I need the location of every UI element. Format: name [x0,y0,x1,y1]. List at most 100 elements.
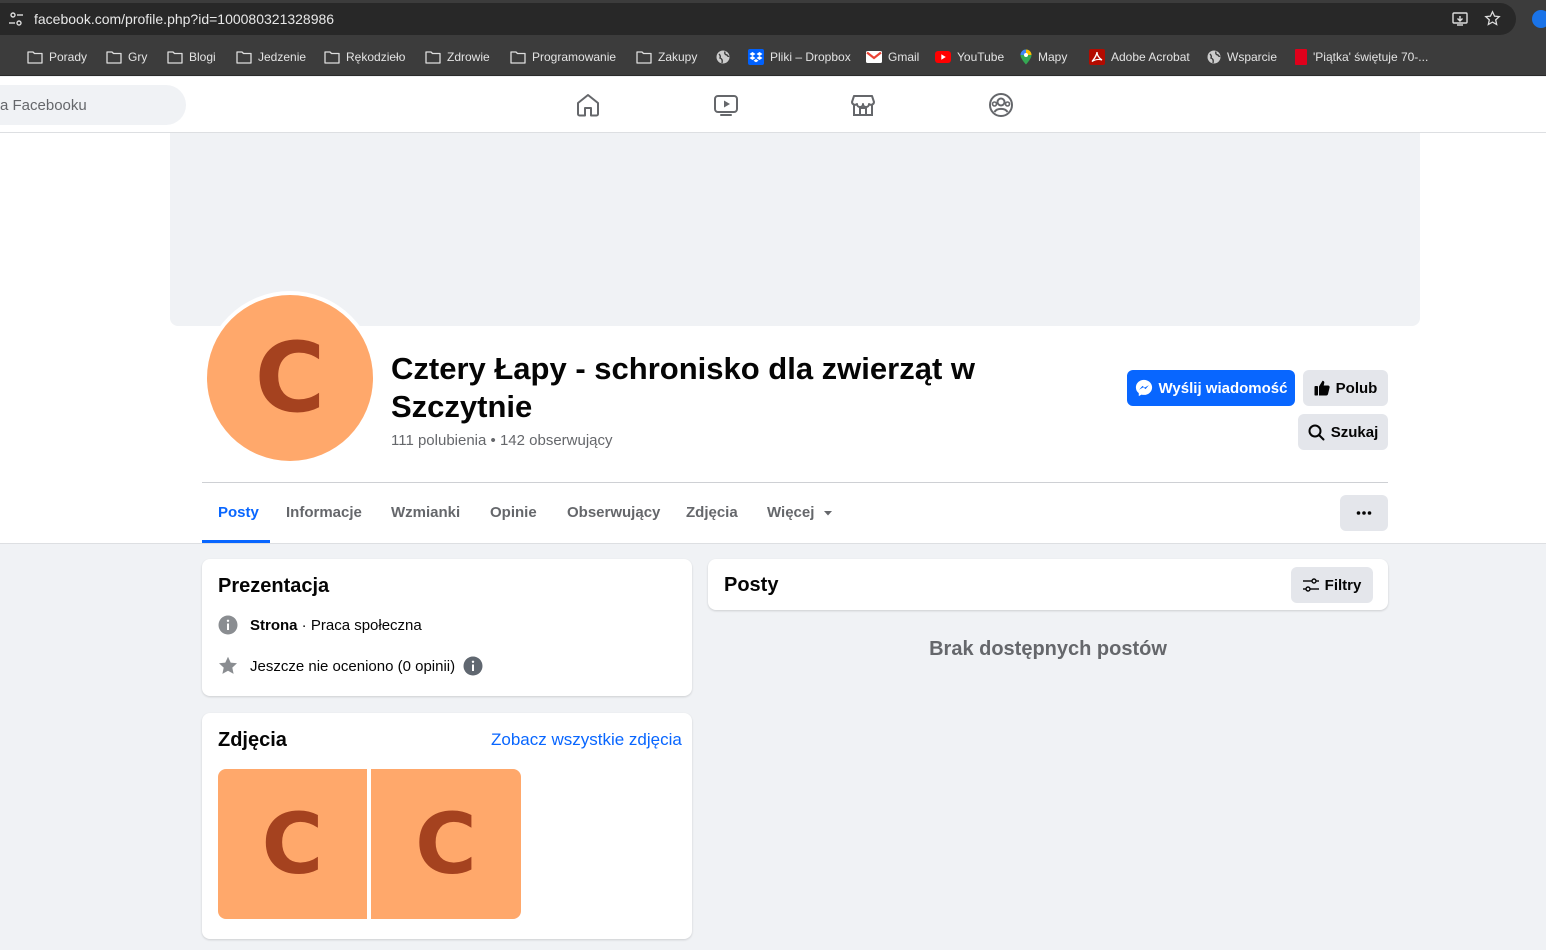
tab-mentions[interactable]: Wzmianki [391,504,460,521]
like-label: Polub [1335,379,1378,397]
bookmark-item[interactable]: Gmail [866,48,919,66]
photo-thumbnail[interactable]: C [218,769,367,919]
tab-posts[interactable]: Posty [218,504,259,521]
bookmark-label: Rękodzieło [346,50,406,64]
bookmark-label: Programowanie [532,50,617,64]
photos-card: Zdjęcia Zobacz wszystkie zdjęcia C C [202,713,692,939]
bookmark-item[interactable]: Gry [106,48,147,66]
bookmark-label: Porady [49,50,88,64]
acrobat-icon [1089,49,1105,65]
groups-icon[interactable] [988,92,1014,118]
tab-followers[interactable]: Obserwujący [567,504,660,521]
avatar-letter: C [254,322,326,434]
bookmark-item[interactable]: Zdrowie [425,48,490,66]
browser-toolbar: facebook.com/profile.php?id=100080321328… [0,0,1546,38]
more-options-button[interactable] [1340,495,1388,531]
globe-icon [716,50,730,64]
tab-photos[interactable]: Zdjęcia [686,504,738,521]
bookmark-item[interactable]: Zakupy [636,48,697,66]
header-divider [202,482,1388,483]
bookmark-item[interactable]: Mapy [1020,48,1067,66]
marketplace-icon[interactable] [850,92,876,118]
facebook-search-input[interactable]: a Facebooku [0,85,186,125]
filters-label: Filtry [1324,576,1362,594]
page-type-bold: Strona [250,616,298,634]
folder-icon [106,50,122,64]
bookmark-label: Blogi [189,50,216,64]
info-icon [218,615,238,635]
page-title: Cztery Łapy - schronisko dla zwierząt w … [391,351,975,424]
bookmark-star-icon[interactable] [1484,10,1501,27]
bookmark-item[interactable]: Pliki – Dropbox [748,48,851,66]
globe-icon [1207,50,1221,64]
bookmark-label: YouTube [957,50,1005,64]
see-all-photos-link[interactable]: Zobacz wszystkie zdjęcia [491,730,682,750]
tab-more-label: Więcej [767,504,815,521]
intro-title: Prezentacja [218,575,330,597]
rating-row: Jeszcze nie oceniono (0 opinii) [218,656,483,676]
folder-icon [324,50,340,64]
site-settings-icon[interactable] [8,11,24,27]
page-stats[interactable]: 111 polubienia • 142 obserwujący [391,432,613,449]
page-type-category: · Praca społeczna [297,616,422,634]
page-type-text: Strona · Praca społeczna [250,617,422,634]
photo-thumbnail[interactable]: C [371,769,521,919]
photos-title: Zdjęcia [218,729,287,751]
url-text[interactable]: facebook.com/profile.php?id=100080321328… [34,11,334,27]
search-page-label: Szukaj [1330,423,1379,441]
bookmark-label: Gmail [888,50,920,64]
more-dots-icon [1356,511,1372,515]
gmail-icon [866,51,882,63]
search-icon [1308,424,1325,440]
video-icon[interactable] [713,92,739,118]
profile-avatar[interactable]: C [203,291,377,465]
bookmark-item[interactable]: Wsparcie [1207,48,1277,66]
bookmark-item[interactable]: Blogi [167,48,216,66]
bookmark-item[interactable]: Adobe Acrobat [1089,48,1190,66]
posts-card: Posty Filtry [708,559,1388,610]
bookmark-label: Jedzenie [258,50,307,64]
photo-letter: C [415,795,477,893]
bookmark-item[interactable]: 'Piątka' świętuje 70-... [1295,48,1428,66]
install-app-icon[interactable] [1452,11,1468,27]
bookmark-item[interactable]: Jedzenie [236,48,306,66]
home-icon[interactable] [575,92,601,118]
bookmark-item[interactable]: Rękodzieło [324,48,405,66]
filters-button[interactable]: Filtry [1291,567,1373,603]
bookmark-item[interactable]: YouTube [935,48,1004,66]
active-tab-indicator [202,540,270,543]
bookmark-label: 'Piątka' świętuje 70-... [1313,50,1429,64]
messenger-icon [1135,379,1152,397]
red-page-icon [1295,49,1307,65]
bookmark-item[interactable]: Programowanie [510,48,616,66]
address-bar[interactable]: facebook.com/profile.php?id=100080321328… [0,3,1516,35]
filters-icon [1302,578,1319,592]
bookmark-item[interactable] [716,48,730,66]
folder-icon [27,50,43,64]
search-placeholder: a Facebooku [0,97,87,114]
photo-letter: C [261,795,324,893]
bookmark-item[interactable]: Porady [27,48,87,66]
dropbox-icon [748,49,764,65]
star-icon [219,656,237,674]
extension-check-icon[interactable] [1532,10,1546,28]
send-message-button[interactable]: Wyślij wiadomość [1127,370,1295,406]
cover-photo[interactable] [170,133,1420,326]
maps-pin-icon [1020,49,1032,65]
bookmark-label: Pliki – Dropbox [770,50,851,64]
bookmark-label: Zdrowie [447,50,490,64]
folder-icon [236,50,252,64]
tab-more[interactable]: Więcej [767,504,833,521]
tab-reviews[interactable]: Opinie [490,504,537,521]
like-button[interactable]: Polub [1303,370,1388,406]
rating-info-icon[interactable] [463,656,483,676]
thumbs-up-icon [1314,380,1330,396]
search-page-button[interactable]: Szukaj [1298,414,1388,450]
rating-text: Jeszcze nie oceniono (0 opinii) [250,657,456,675]
facebook-header: a Facebooku [0,77,1546,133]
bookmark-label: Zakupy [658,50,698,64]
no-posts-message: Brak dostępnych postów [929,638,1167,660]
tab-about[interactable]: Informacje [286,504,362,521]
intro-card: Prezentacja Strona · Praca społeczna Jes… [202,559,692,696]
page-type-row: Strona · Praca społeczna [218,615,422,635]
